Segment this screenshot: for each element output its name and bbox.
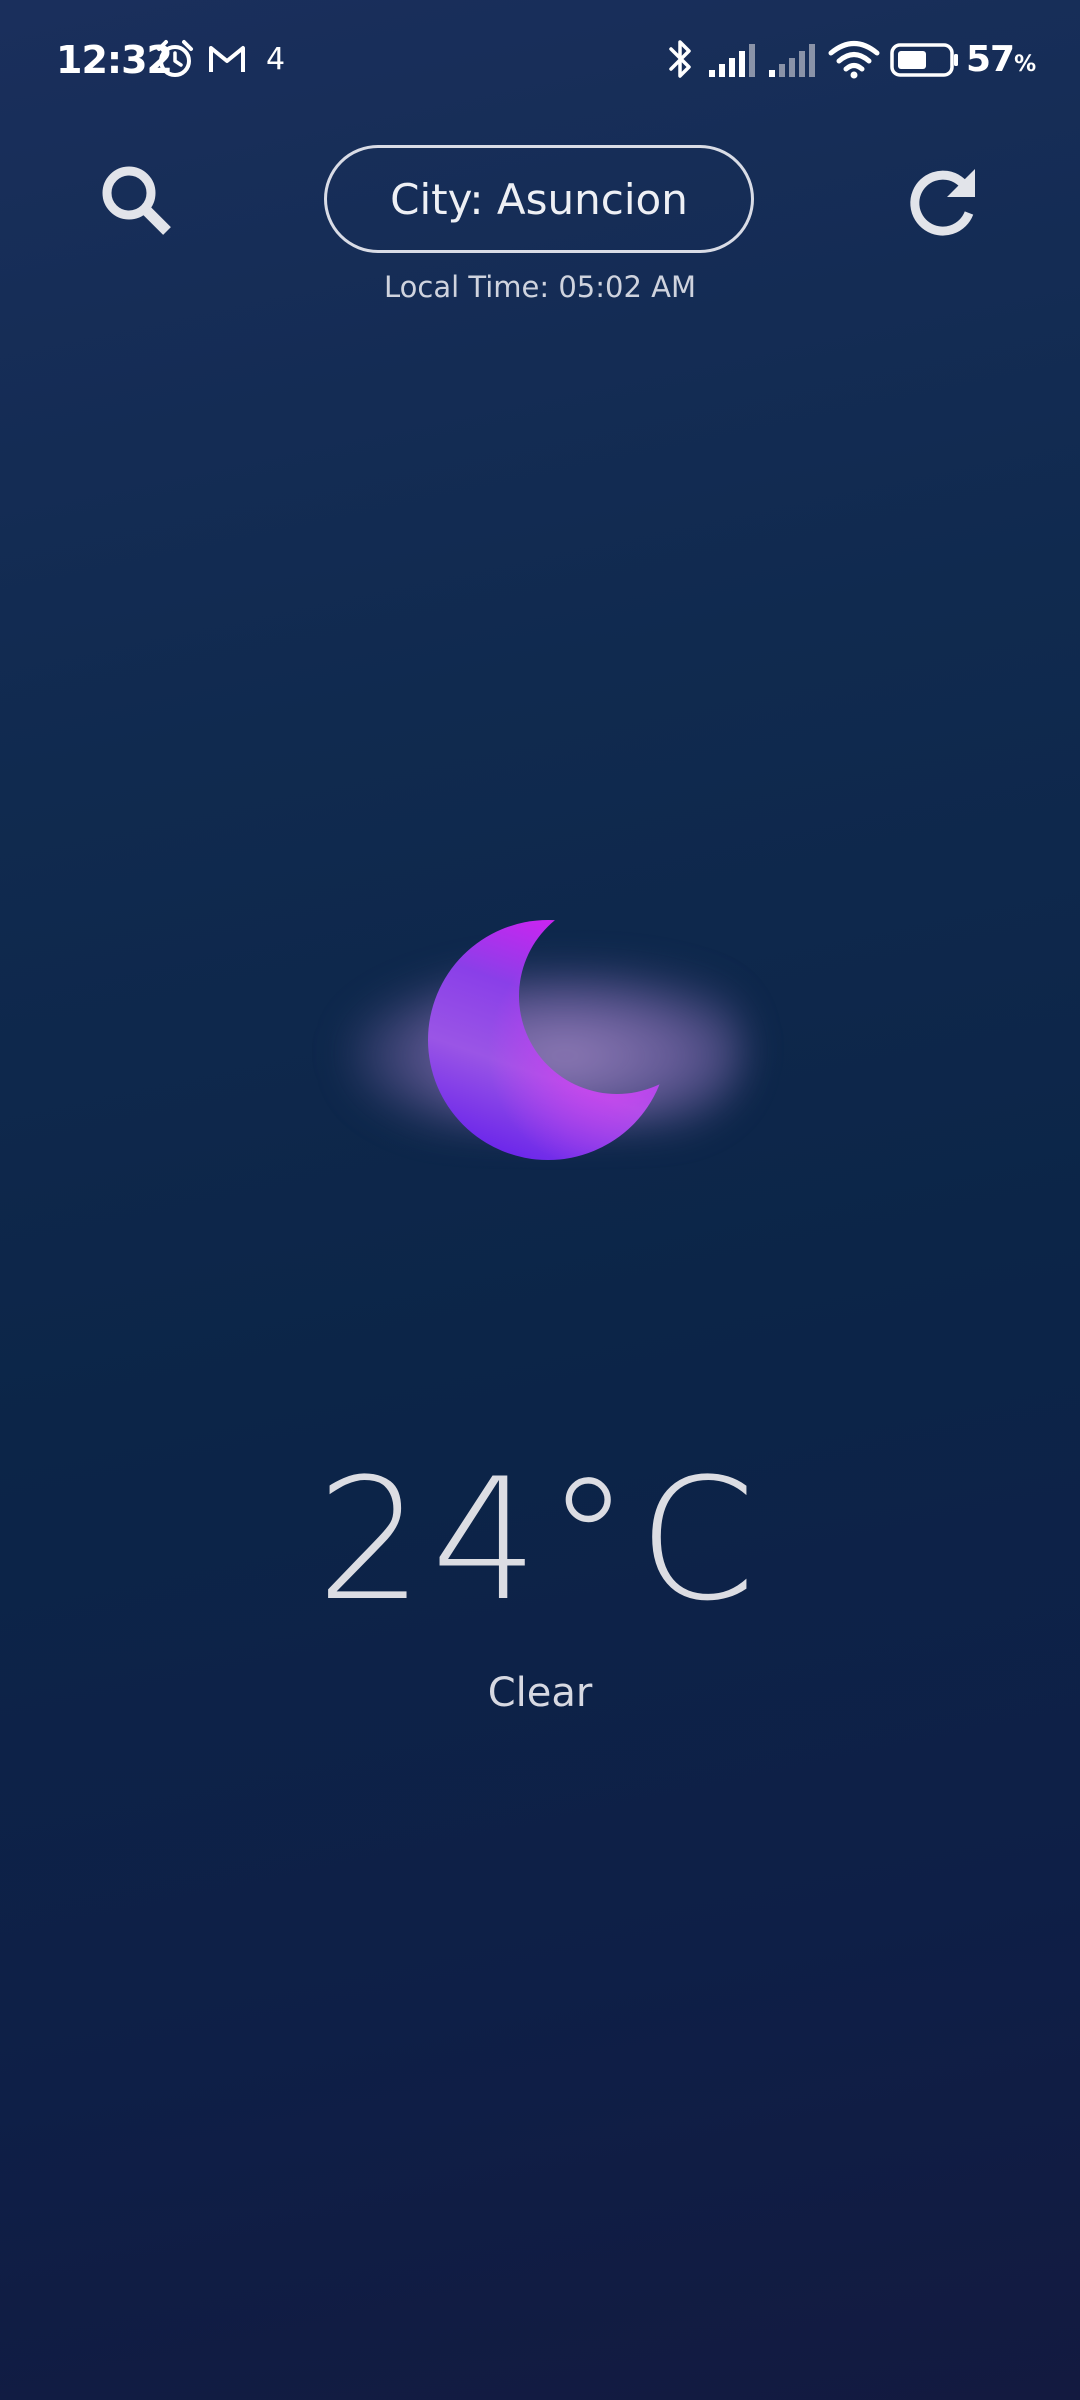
- battery-icon: [890, 42, 960, 82]
- alarm-icon: [154, 38, 196, 84]
- signal-sim2-icon: [768, 42, 820, 82]
- moon-cloud-icon: [290, 880, 790, 1200]
- battery-percent: 57%: [966, 39, 1036, 80]
- bluetooth-icon: [666, 36, 696, 86]
- search-icon: [97, 161, 177, 245]
- notification-count: 4: [266, 42, 286, 77]
- city-label: City: Asuncion: [390, 174, 688, 224]
- weather-condition: Clear: [487, 1670, 593, 1716]
- wifi-icon: [828, 40, 880, 84]
- status-bar: 12:32 4 57%: [0, 0, 1080, 100]
- gmail-icon: [208, 44, 246, 78]
- search-button[interactable]: [82, 148, 192, 258]
- refresh-icon: [903, 161, 983, 245]
- refresh-button[interactable]: [888, 148, 998, 258]
- city-selector-button[interactable]: City: Asuncion: [324, 145, 754, 253]
- moon-icon: [428, 920, 668, 1160]
- temperature-value: 24°C: [316, 1442, 764, 1638]
- local-time: Local Time: 05:02 AM: [384, 270, 696, 304]
- signal-sim1-icon: [708, 42, 760, 82]
